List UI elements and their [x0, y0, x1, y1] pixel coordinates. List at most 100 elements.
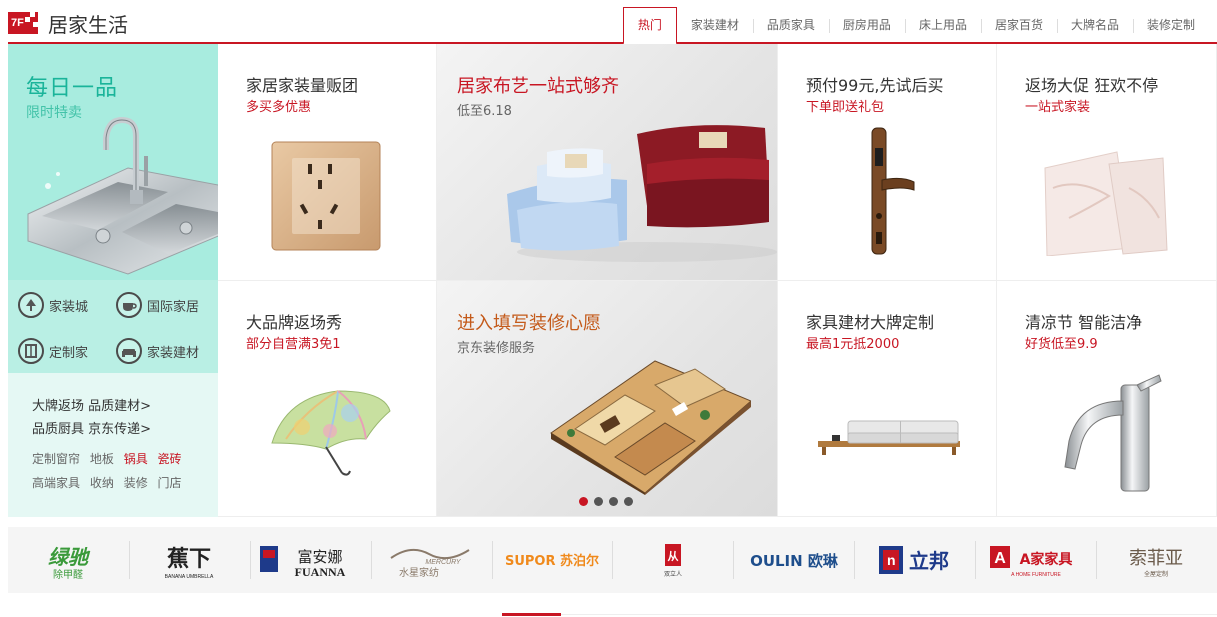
tab-brands[interactable]: 大牌名品: [1056, 8, 1133, 44]
promo-cell-custom-furniture[interactable]: 家具建材大牌定制 最高1元抵2000: [778, 281, 997, 517]
svg-text:从: 从: [667, 550, 678, 563]
towels-image: [507, 125, 777, 262]
brand-jiaoxia[interactable]: 蕉下 BANANA UMBRELLA: [128, 527, 250, 593]
promo-cell-textiles[interactable]: 居家布艺一站式够齐 低至6.18: [437, 44, 778, 281]
wall-socket-image: [271, 141, 381, 251]
quick-link-custom[interactable]: 定制家: [18, 338, 88, 364]
cell-title: 家居家装量贩团: [246, 76, 359, 95]
tab-kitchen[interactable]: 厨房用品: [828, 8, 905, 44]
svg-text:MERCURY: MERCURY: [426, 559, 462, 566]
quick-link-label: 家装建材: [147, 345, 200, 361]
lamp-icon: [18, 292, 44, 318]
quick-link-international[interactable]: 国际家居: [116, 292, 199, 318]
floor-badge: 7F: [8, 12, 38, 34]
link-flooring[interactable]: 地板: [90, 452, 114, 466]
link-row-3: 定制窗帘 地板 锅具 瓷砖: [32, 447, 218, 471]
carousel-dot-3[interactable]: [609, 497, 618, 506]
cell-title: 清凉节 智能洁净: [1025, 313, 1143, 332]
brand-supor[interactable]: SUPOR 苏泊尔: [491, 527, 613, 593]
sofa-icon: [116, 338, 142, 364]
brand-logo-jiaoxia: 蕉下 BANANA UMBRELLA: [165, 547, 214, 580]
svg-text:全屋定制: 全屋定制: [1144, 570, 1168, 578]
brand-fuanna[interactable]: 富安娜 FUANNA: [249, 527, 371, 593]
tab-quality-furniture[interactable]: 品质家具: [752, 8, 829, 44]
tab-household[interactable]: 居家百货: [980, 8, 1057, 44]
daily-deal-title: 每日一品: [26, 76, 119, 101]
brand-sophia[interactable]: 索菲亚 全屋定制: [1096, 527, 1217, 593]
svg-text:除甲醛: 除甲醛: [53, 568, 83, 581]
cell-subtitle: 好货低至9.9: [1025, 337, 1098, 352]
floor-number: 7F: [11, 17, 24, 29]
category-links: 大牌返场 品质建材> 品质厨具 京东传递> 定制窗帘 地板 锅具 瓷砖 高端家具…: [8, 373, 218, 517]
brand-logo-zwilling: 从 双立人: [664, 544, 682, 578]
svg-text:富安娜: 富安娜: [298, 548, 343, 566]
promo-cell-smart-clean[interactable]: 清凉节 智能洁净 好货低至9.9: [997, 281, 1217, 517]
link-storage[interactable]: 收纳: [90, 476, 114, 490]
link-premium-furniture[interactable]: 高端家具: [32, 476, 80, 490]
brand-logo-nippon: n 立邦: [878, 546, 949, 574]
cell-title: 大品牌返场秀: [246, 313, 343, 332]
cell-title: 进入填写装修心愿: [457, 313, 601, 334]
promo-cell-renovation-wish[interactable]: 进入填写装修心愿 京东装修服务: [437, 281, 778, 517]
svg-text:绿驰: 绿驰: [48, 545, 91, 569]
quick-links: 家装城 国际家居 定制家 家装建材: [8, 280, 218, 373]
svg-text:蕉下: 蕉下: [167, 547, 211, 572]
link-quality-kitchen[interactable]: 品质厨具 京东传递>: [32, 418, 218, 441]
teacup-icon: [116, 292, 142, 318]
brand-mercury[interactable]: MERCURY 水星家纺: [370, 527, 492, 593]
promo-cell-group-buy[interactable]: 家居家装量贩团 多买多优惠: [218, 44, 437, 281]
svg-text:OULIN 欧琳: OULIN 欧琳: [750, 552, 839, 570]
quick-link-label: 家装城: [49, 299, 89, 315]
quick-link-label: 国际家居: [147, 299, 200, 315]
smart-lock-image: [871, 127, 915, 255]
link-curtains[interactable]: 定制窗帘: [32, 452, 80, 466]
quick-link-building[interactable]: 家装建材: [116, 338, 199, 364]
svg-text:FUANNA: FUANNA: [295, 565, 346, 579]
brand-strip: 绿驰 除甲醛 蕉下 BANANA UMBRELLA 富安娜 FUANNA MER…: [8, 527, 1217, 593]
tab-bedding[interactable]: 床上用品: [904, 8, 981, 44]
link-stores[interactable]: 门店: [158, 476, 182, 490]
brand-logo-lvchi: 绿驰 除甲醛: [48, 545, 91, 581]
link-brand-return[interactable]: 大牌返场 品质建材>: [32, 395, 218, 418]
tab-hot[interactable]: 热门: [622, 7, 677, 45]
svg-text:双立人: 双立人: [664, 570, 682, 578]
daily-deal-banner[interactable]: 每日一品 限时特卖: [8, 44, 218, 280]
brand-lvchi[interactable]: 绿驰 除甲醛: [8, 527, 129, 593]
left-column: 每日一品 限时特卖 家装城 国际家居 定制家 家装建材 大牌返场 品质建材> 品…: [8, 44, 218, 517]
promo-cell-prepay[interactable]: 预付99元,先试后买 下单即送礼包: [778, 44, 997, 281]
svg-text:SUPOR 苏泊尔: SUPOR 苏泊尔: [505, 553, 599, 569]
carousel-dot-2[interactable]: [594, 497, 603, 506]
brand-oulin[interactable]: OULIN 欧琳: [733, 527, 854, 593]
brand-nippon[interactable]: n 立邦: [854, 527, 975, 593]
tiles-image: [1044, 151, 1168, 256]
cell-title: 家具建材大牌定制: [806, 313, 935, 332]
link-row-4: 高端家具 收纳 装修 门店: [32, 471, 218, 495]
carousel-dot-1[interactable]: [579, 497, 588, 506]
link-tiles[interactable]: 瓷砖: [158, 452, 182, 466]
carousel-dot-4[interactable]: [624, 497, 633, 506]
svg-text:A HOME FURNITURE: A HOME FURNITURE: [1011, 572, 1061, 578]
faucet-image: [1064, 374, 1162, 492]
link-cookware[interactable]: 锅具: [124, 452, 148, 466]
brand-logo-fuanna: 富安娜 FUANNA: [260, 546, 346, 579]
brand-logo-supor: SUPOR 苏泊尔: [505, 553, 599, 569]
brand-zwilling[interactable]: 从 双立人: [612, 527, 733, 593]
tab-decoration[interactable]: 装修定制: [1132, 8, 1209, 44]
tab-home-building[interactable]: 家装建材: [677, 8, 753, 44]
quick-link-home-mall[interactable]: 家装城: [18, 292, 88, 318]
svg-text:A家家具: A家家具: [1019, 551, 1072, 568]
cell-subtitle: 部分自营满3免1: [246, 337, 341, 352]
promo-cell-brand-show[interactable]: 大品牌返场秀 部分自营满3免1: [218, 281, 437, 517]
quick-link-label: 定制家: [49, 345, 89, 361]
link-renovation[interactable]: 装修: [124, 476, 148, 490]
brand-ahome[interactable]: A A家家具 A HOME FURNITURE: [975, 527, 1096, 593]
carousel-dots: [579, 497, 633, 506]
floor-pager-indicator: [502, 613, 561, 616]
floor-header: 7F 居家生活 热门 家装建材 品质家具 厨房用品 床上用品 居家百货 大牌名品…: [8, 0, 1217, 45]
sofa-image: [818, 420, 960, 455]
promo-cell-clearance[interactable]: 返场大促 狂欢不停 一站式家装: [997, 44, 1217, 281]
umbrella-image: [271, 390, 391, 476]
brand-logo-oulin: OULIN 欧琳: [750, 552, 839, 570]
cell-subtitle: 低至6.18: [457, 104, 512, 119]
brand-logo-sophia: 索菲亚 全屋定制: [1129, 548, 1183, 578]
